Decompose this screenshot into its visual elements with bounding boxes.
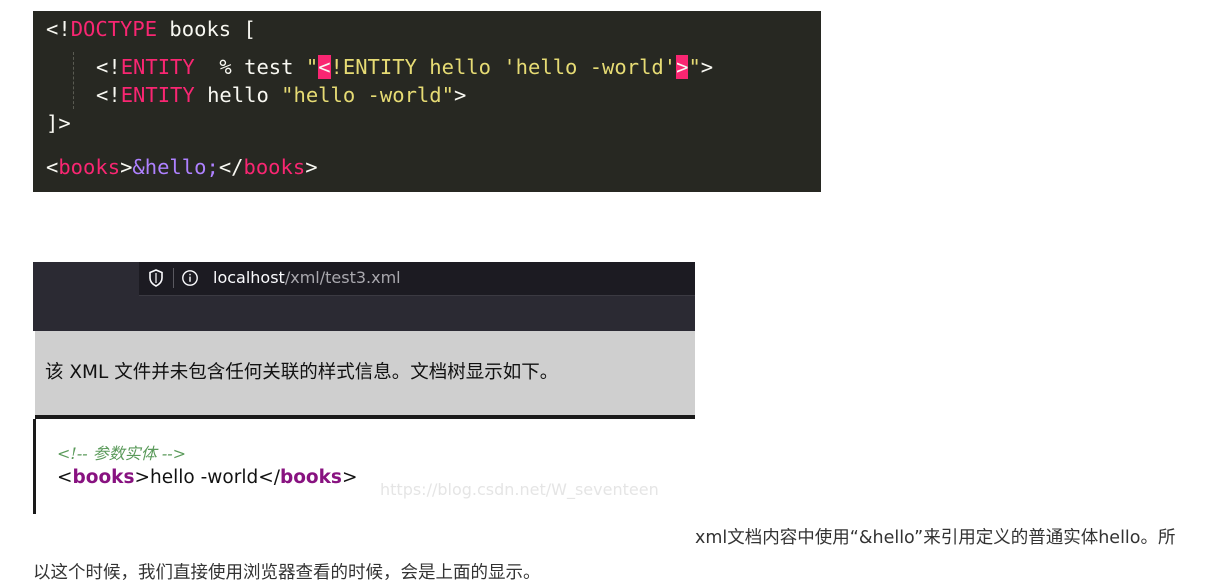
code-line-general-entity: <!ENTITY hello "hello -world"> — [96, 81, 466, 109]
code-token: ]> — [46, 111, 71, 135]
article-paragraph-line-1: xml文档内容中使用“&hello”来引用定义的普通实体hello。所 — [695, 528, 1176, 548]
xml-bracket: > — [134, 467, 151, 488]
code-token: > — [453, 83, 467, 107]
xml-comment: <!-- 参数实体 --> — [57, 444, 187, 463]
xml-tree-line: <books>hello -world</books> — [57, 465, 357, 491]
code-token: hello — [194, 83, 282, 107]
code-tag: books — [58, 155, 121, 179]
content-left-border — [33, 419, 36, 514]
code-line-books: <books>&hello;</books> — [46, 153, 318, 181]
code-keyword: DOCTYPE — [70, 17, 158, 41]
url-text[interactable]: localhost/xml/test3.xml — [213, 267, 401, 289]
xml-tag: books — [279, 467, 342, 488]
info-icon[interactable] — [181, 269, 199, 287]
xml-bracket: < — [57, 467, 73, 488]
watermark: https://blog.csdn.net/W_seventeen — [380, 480, 659, 499]
code-token: > — [305, 155, 318, 179]
xml-tag: books — [72, 467, 135, 488]
code-editor: <!DOCTYPE books [ <!ENTITY % test "<!ENT… — [33, 11, 821, 192]
code-token: < — [46, 155, 59, 179]
address-bar-divider — [173, 268, 174, 288]
code-line-doctype: <!DOCTYPE books [ — [46, 15, 256, 43]
code-token: % test — [194, 55, 306, 79]
code-line-close-doctype: ]> — [46, 109, 71, 137]
indent-guide — [73, 52, 74, 109]
code-string: " — [688, 55, 701, 79]
code-token: > — [120, 155, 133, 179]
code-token: > — [700, 55, 714, 79]
shield-icon[interactable] — [147, 268, 165, 288]
code-token: books [ — [157, 17, 256, 41]
code-token: <! — [96, 55, 121, 79]
code-error-highlight: > — [676, 55, 689, 79]
code-token: </ — [218, 155, 244, 179]
code-error-highlight: < — [318, 55, 331, 79]
xml-bracket: </ — [258, 467, 280, 488]
url-path: /xml/test3.xml — [284, 268, 401, 287]
code-entity-ref: &hello; — [132, 155, 219, 179]
browser-screenshot: localhost/xml/test3.xml 该 XML 文件并未包含任何关联… — [33, 262, 695, 514]
url-host: localhost — [213, 268, 285, 287]
article-paragraph-line-2: 以这个时候，我们直接使用浏览器查看的时候，会是上面的显示。 — [33, 563, 541, 583]
code-token: <! — [96, 83, 121, 107]
code-tag: books — [243, 155, 306, 179]
code-keyword: ENTITY — [120, 55, 195, 79]
code-line-param-entity: <!ENTITY % test "<!ENTITY hello 'hello -… — [96, 53, 713, 81]
xml-info-banner: 该 XML 文件并未包含任何关联的样式信息。文档树显示如下。 — [35, 331, 695, 419]
code-token: <! — [46, 17, 71, 41]
code-string: " — [305, 55, 319, 79]
code-string: !ENTITY hello 'hello -world' — [330, 55, 677, 79]
xml-text-content: hello -world — [150, 467, 259, 488]
code-keyword: ENTITY — [120, 83, 195, 107]
code-string: "hello -world" — [281, 83, 454, 107]
xml-bracket: > — [341, 467, 358, 488]
xml-info-message: 该 XML 文件并未包含任何关联的样式信息。文档树显示如下。 — [45, 362, 559, 383]
